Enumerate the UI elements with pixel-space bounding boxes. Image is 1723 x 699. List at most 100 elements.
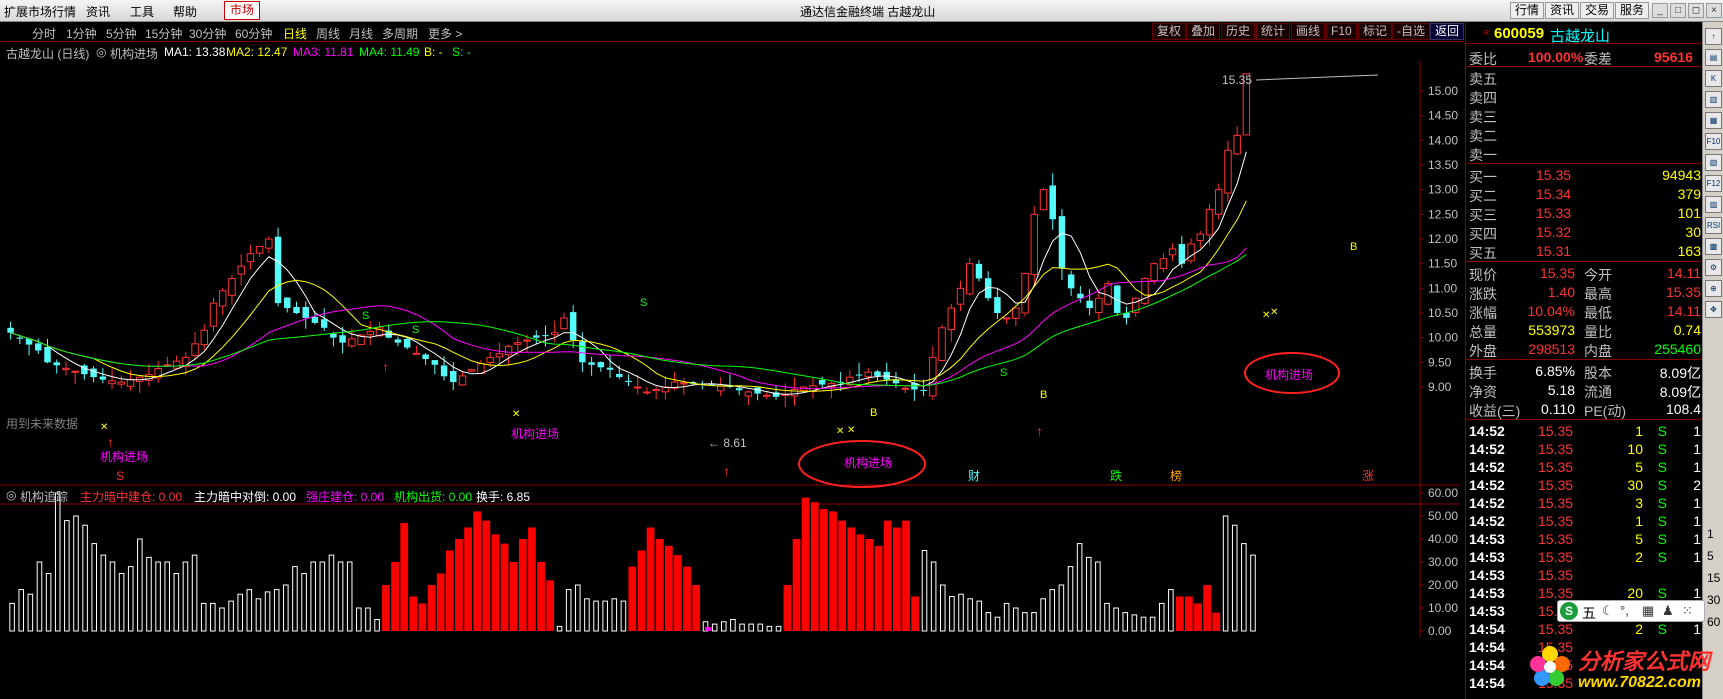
ime-mode[interactable]: 五 <box>1582 603 1596 623</box>
candle-body-up <box>265 238 273 249</box>
menu-info[interactable]: 资讯 <box>86 3 110 20</box>
up-arrow-icon[interactable]: ↑ <box>1705 28 1722 45</box>
period-30min[interactable]: 30分钟 <box>189 25 226 42</box>
watermark: 分析家公式网 www.70822.com <box>1520 640 1720 699</box>
bid-volume: 163 <box>1677 243 1701 259</box>
watchlist-button[interactable]: -自选 <box>1392 23 1430 40</box>
tick-volume: 30 <box>1627 477 1643 493</box>
chart-icon[interactable]: ▤ <box>1705 49 1722 66</box>
f12-icon[interactable]: F12 <box>1705 175 1722 192</box>
market-button[interactable]: 市场 <box>224 1 260 20</box>
period-multi[interactable]: 多周期 <box>382 25 418 42</box>
bs-signal-s: S <box>412 324 419 336</box>
moon-icon[interactable]: ☾ <box>1602 603 1614 619</box>
map-icon[interactable]: ▨ <box>1705 196 1722 213</box>
sub-tick-label: 10.00 <box>1428 601 1458 615</box>
ma1-value: MA1: 13.38 <box>164 45 226 59</box>
overlay-button[interactable]: 叠加 <box>1186 23 1221 40</box>
period-shortcut-5[interactable]: 5 <box>1707 549 1714 563</box>
f10-icon[interactable]: F10 <box>1705 133 1722 150</box>
indicator-menu-icon[interactable]: ◎ <box>96 45 106 59</box>
red-bar <box>810 502 819 631</box>
menu-tools[interactable]: 工具 <box>130 3 154 20</box>
ime-toolbar[interactable]: S 五 ☾ °, ▦ ♟ ⁙ <box>1557 600 1705 622</box>
candle-body-up <box>348 338 356 347</box>
quote-button[interactable]: 行情 <box>1510 2 1545 19</box>
k-line-icon[interactable]: K <box>1705 70 1722 87</box>
tick-time: 14:54 <box>1469 621 1505 637</box>
candle-body-up <box>255 245 264 254</box>
period-shortcut-15[interactable]: 15 <box>1707 571 1720 585</box>
arrow-icon[interactable]: ✥ <box>1705 301 1722 318</box>
close-icon[interactable]: × <box>1706 3 1722 18</box>
candle-body-up <box>938 327 946 362</box>
grid-icon[interactable]: ⁙ <box>1682 603 1693 619</box>
trade-button[interactable]: 交易 <box>1580 2 1615 19</box>
period-shortcut-60[interactable]: 60 <box>1707 615 1720 629</box>
candle-body-up <box>1214 189 1223 215</box>
stat-value: 553973 <box>1528 322 1575 338</box>
stat-row: 现价 15.35 今开 14.11 <box>1466 264 1703 283</box>
rsi-icon[interactable]: RSI <box>1705 217 1722 234</box>
minimize-icon[interactable]: _ <box>1652 3 1668 18</box>
white-bar <box>27 593 34 632</box>
price-tick-label: 13.00 <box>1428 183 1458 197</box>
tick-count: 1 <box>1693 441 1701 457</box>
s-value: S: - <box>452 45 471 59</box>
bs-signal-s: S <box>640 297 647 309</box>
fin-value: 0.110 <box>1541 401 1575 417</box>
period-fenshi[interactable]: 分时 <box>32 25 56 42</box>
ime-logo-icon[interactable]: S <box>1560 602 1578 620</box>
menu-help[interactable]: 帮助 <box>173 3 197 20</box>
history-button[interactable]: 历史 <box>1221 23 1256 40</box>
period-monthly[interactable]: 月线 <box>349 25 373 42</box>
period-daily[interactable]: 日线 <box>283 25 307 42</box>
draw-button[interactable]: 画线 <box>1291 23 1326 40</box>
keyboard-icon[interactable]: ▦ <box>1642 603 1654 619</box>
tick-time: 14:53 <box>1469 603 1505 619</box>
bid-volume: 30 <box>1685 224 1701 240</box>
table-icon[interactable]: ▧ <box>1705 154 1722 171</box>
sub-menu-icon[interactable]: ◎ <box>6 488 16 502</box>
quote-icon[interactable]: ▥ <box>1705 91 1722 108</box>
return-button[interactable]: 返回 <box>1430 23 1464 40</box>
candle-body-up <box>366 331 375 336</box>
zoom-icon[interactable]: ⊕ <box>1705 280 1722 297</box>
candle-body-down <box>874 371 881 376</box>
stat-row: 涨幅 10.04% 最低 14.11 <box>1466 302 1703 321</box>
info-button[interactable]: 资讯 <box>1545 2 1580 19</box>
period-5min[interactable]: 5分钟 <box>106 25 137 42</box>
period-1min[interactable]: 1分钟 <box>66 25 97 42</box>
white-bar <box>219 607 225 632</box>
period-60min[interactable]: 60分钟 <box>235 25 272 42</box>
fund-icon[interactable]: ▩ <box>1705 238 1722 255</box>
red-bar <box>491 534 500 631</box>
period-weekly[interactable]: 周线 <box>316 25 340 42</box>
restore-icon[interactable]: ◻ <box>1688 3 1704 18</box>
white-bar <box>73 515 79 632</box>
news-icon[interactable]: ▦ <box>1705 112 1722 129</box>
setting-icon[interactable]: ⚙ <box>1705 259 1722 276</box>
dot-icon[interactable]: °, <box>1620 603 1629 618</box>
fuquan-button[interactable]: 复权 <box>1152 23 1187 40</box>
mark-button[interactable]: 标记 <box>1358 23 1393 40</box>
service-button[interactable]: 服务 <box>1615 2 1650 19</box>
white-bar <box>1140 616 1147 632</box>
white-bar <box>1168 589 1174 632</box>
kline-chart[interactable]: 15.00 14.50 14.00 13.50 13.00 12.50 12.00 11.50… <box>0 60 1464 699</box>
red-bar <box>692 585 701 631</box>
f10-button[interactable]: F10 <box>1326 23 1357 40</box>
maximize-icon[interactable]: □ <box>1670 3 1686 18</box>
tick-price: 15.35 <box>1538 423 1574 439</box>
candle-body-up <box>1002 317 1011 320</box>
white-bar <box>1113 607 1119 632</box>
period-shortcut-1[interactable]: 1 <box>1707 527 1714 541</box>
sub-item-qiangzhuang: 强庄建仓: 0.00 <box>306 490 385 504</box>
period-shortcut-30[interactable]: 30 <box>1707 593 1720 607</box>
stats-button[interactable]: 统计 <box>1256 23 1291 40</box>
white-bar <box>985 612 992 632</box>
period-15min[interactable]: 15分钟 <box>145 25 182 42</box>
period-more[interactable]: 更多 > <box>428 25 462 42</box>
menu-extended-market[interactable]: 扩展市场行情 <box>4 3 76 20</box>
user-icon[interactable]: ♟ <box>1662 603 1674 619</box>
